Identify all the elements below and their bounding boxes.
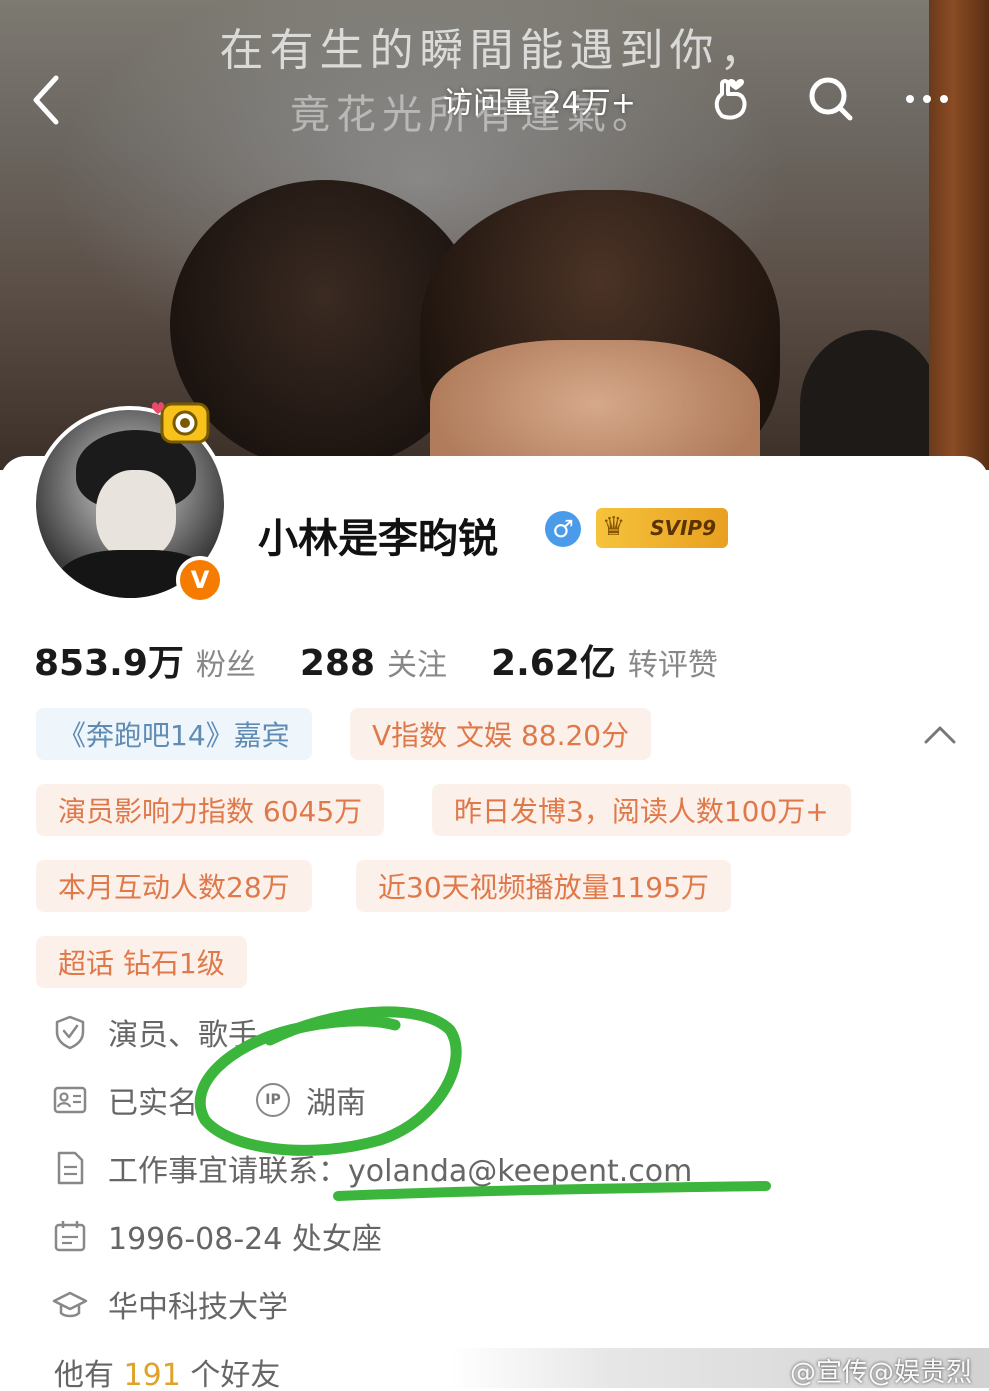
avatar-face xyxy=(96,470,176,560)
friends-suffix: 个好友 xyxy=(190,1358,281,1391)
chevron-up-icon[interactable] xyxy=(920,716,960,752)
engagement-count: 2.62亿 xyxy=(491,643,616,684)
engagement-label: 转评赞 xyxy=(627,648,718,683)
occupation-text: 演员、歌手 xyxy=(108,1018,258,1053)
ip-location: IP 湖南 xyxy=(256,1078,366,1122)
search-icon xyxy=(809,77,853,121)
followers-label[interactable]: 粉丝 xyxy=(196,640,256,684)
birthday-text: 1996-08-24 处女座 xyxy=(108,1222,382,1257)
gift-button[interactable] xyxy=(706,72,760,126)
watermark-text: @宣传@娱贵烈 xyxy=(790,1358,973,1388)
contact-text: 工作事宜请联系：yolanda@keepent.com xyxy=(108,1154,693,1189)
search-button[interactable] xyxy=(804,72,858,126)
visit-count: 访问量 24万+ xyxy=(443,86,636,121)
friends-count-row[interactable]: 他有 191 个好友 xyxy=(54,1350,280,1391)
tag-show-guest[interactable]: 《奔跑吧14》嘉宾 xyxy=(36,708,312,760)
calendar-icon xyxy=(54,1221,86,1252)
svip-badge[interactable]: ♛ SVIP9 xyxy=(596,508,728,548)
hand-heart-icon xyxy=(714,79,747,120)
birthday-row: 1996-08-24 处女座 xyxy=(52,1214,382,1258)
more-icon xyxy=(906,95,948,103)
stats-bar: 853.9万 粉丝 288 关注 2.62亿 转评赞 xyxy=(34,634,762,684)
cover-figure-face xyxy=(430,340,760,470)
tag-supertopic[interactable]: 超话 钻石1级 xyxy=(36,936,247,988)
tag-video-plays[interactable]: 近30天视频播放量1195万 xyxy=(356,860,731,912)
following-label[interactable]: 关注 xyxy=(387,640,447,684)
top-bar: 访问量 24万+ xyxy=(0,60,989,140)
following-count[interactable]: 288 xyxy=(300,643,375,684)
school-row: 华中科技大学 xyxy=(52,1282,288,1326)
more-button[interactable] xyxy=(900,72,954,126)
cover-photo[interactable]: 在有生的瞬間能遇到你， 竟花光所有運氣。 访问量 24万+ xyxy=(0,0,989,470)
username: 小林是李昀锐 xyxy=(258,516,498,562)
svip-label: SVIP9 xyxy=(650,516,716,540)
ip-icon: IP xyxy=(256,1083,290,1117)
followers-count[interactable]: 853.9万 xyxy=(34,634,184,686)
realname-row: 已实名 xyxy=(52,1078,198,1122)
ip-location-text: 湖南 xyxy=(306,1086,366,1121)
school-text: 华中科技大学 xyxy=(108,1290,288,1325)
tag-monthly-interaction[interactable]: 本月互动人数28万 xyxy=(36,860,312,912)
back-button[interactable] xyxy=(24,70,74,130)
tag-v-index[interactable]: V指数 文娱 88.20分 xyxy=(350,708,652,760)
friends-count: 191 xyxy=(123,1358,181,1391)
tag-actor-influence[interactable]: 演员影响力指数 6045万 xyxy=(36,784,385,836)
cover-figure-right xyxy=(800,330,940,470)
male-icon: ♂ xyxy=(545,511,581,547)
shield-icon xyxy=(55,1015,85,1050)
document-icon xyxy=(57,1151,84,1185)
tag-yesterday-posts[interactable]: 昨日发博3，阅读人数100万+ xyxy=(432,784,851,836)
occupation-row: 演员、歌手 xyxy=(52,1010,258,1054)
friends-prefix: 他有 xyxy=(54,1358,114,1391)
graduation-cap-icon xyxy=(52,1291,88,1318)
chevron-left-icon xyxy=(33,75,59,125)
camera-decoration-icon xyxy=(152,402,210,444)
realname-text: 已实名 xyxy=(108,1086,198,1121)
crown-icon: ♛ xyxy=(602,512,626,542)
contact-row: 工作事宜请联系：yolanda@keepent.com xyxy=(52,1146,692,1190)
verified-badge: V xyxy=(176,556,224,604)
id-card-icon xyxy=(53,1086,87,1114)
